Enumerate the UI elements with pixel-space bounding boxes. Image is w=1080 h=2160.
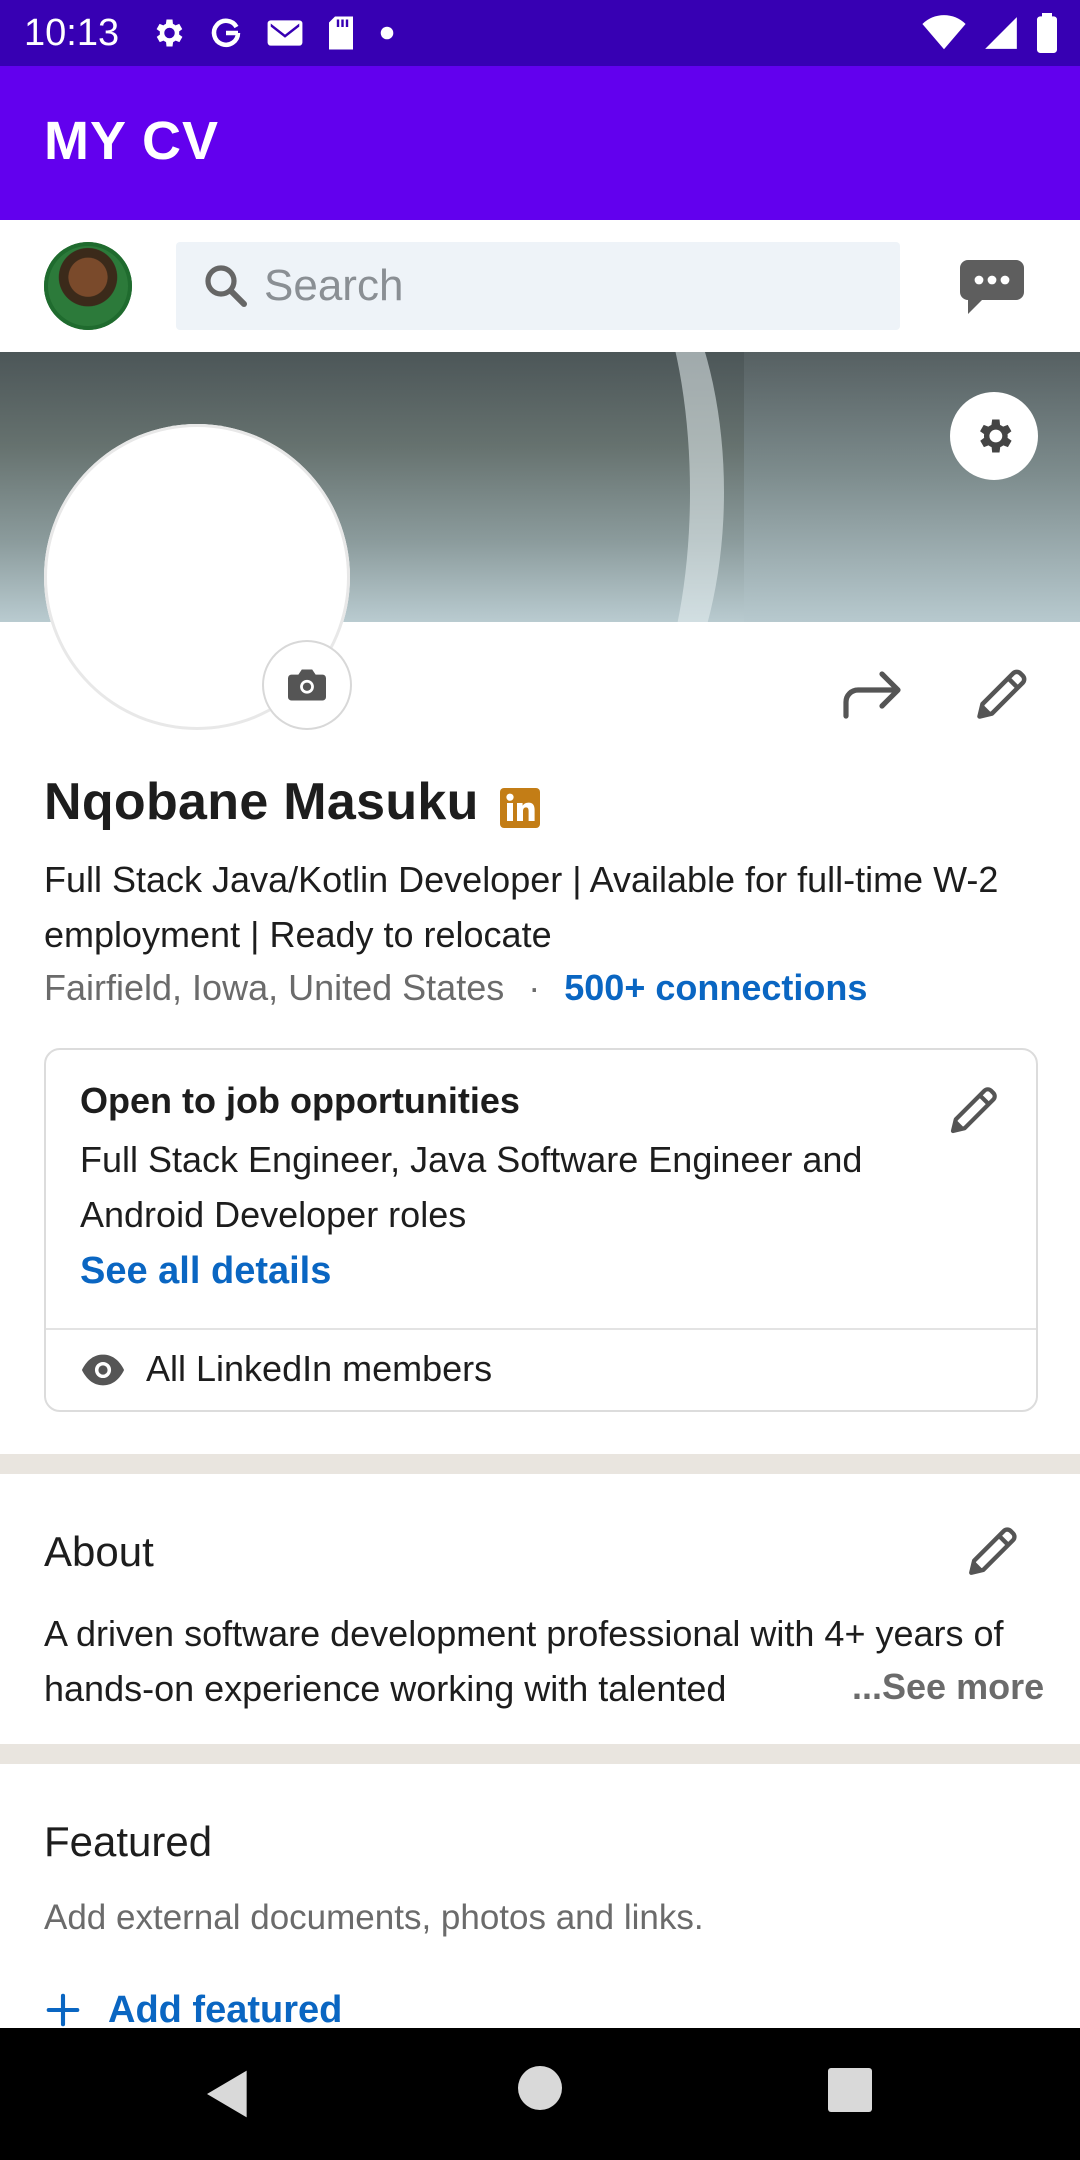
linkedin-icon xyxy=(500,788,540,828)
share-icon[interactable] xyxy=(842,668,902,720)
gear-icon xyxy=(980,419,1012,453)
featured-title: Featured xyxy=(44,1818,213,1865)
open-to-work-title: Open to job opportunities xyxy=(80,1080,520,1121)
system-nav-bar xyxy=(0,2028,1080,2160)
google-icon xyxy=(211,18,241,47)
sd-card-icon xyxy=(329,16,353,50)
see-more-link[interactable]: ...See more xyxy=(848,1666,1045,1708)
banner-curve xyxy=(440,352,724,622)
edit-profile-icon[interactable] xyxy=(972,664,1032,724)
back-icon[interactable] xyxy=(200,2066,256,2122)
wifi-icon xyxy=(922,15,966,50)
messages-icon[interactable] xyxy=(958,258,1026,316)
search-input[interactable]: Search xyxy=(176,242,900,330)
dot-icon xyxy=(380,26,394,40)
about-title: About xyxy=(44,1528,154,1575)
home-icon[interactable] xyxy=(518,2066,562,2110)
gmail-icon xyxy=(267,20,303,46)
status-icons-left xyxy=(150,10,396,56)
status-time: 10:13 xyxy=(24,12,120,54)
search-icon xyxy=(205,265,247,307)
location-line: Fairfield, Iowa, United States · 500+ co… xyxy=(44,966,867,1010)
app-bar: MY CV xyxy=(0,66,1080,220)
card-divider xyxy=(46,1328,1036,1330)
signal-icon xyxy=(985,17,1017,49)
edit-about-icon[interactable] xyxy=(964,1522,1022,1580)
search-row: Search xyxy=(0,220,1080,352)
camera-button[interactable] xyxy=(262,640,352,730)
plus-icon xyxy=(46,1993,80,2027)
open-to-work-description: Full Stack Engineer, Java Software Engin… xyxy=(80,1139,863,1235)
avatar[interactable] xyxy=(44,242,132,330)
gear-icon xyxy=(156,19,183,47)
recents-icon[interactable] xyxy=(828,2068,872,2112)
section-divider xyxy=(0,1744,1080,1764)
camera-icon xyxy=(288,669,326,701)
app-title: MY CV xyxy=(44,111,220,171)
separator-dot: · xyxy=(528,967,541,1008)
search-placeholder: Search xyxy=(264,261,404,310)
see-all-details-link[interactable]: See all details xyxy=(80,1250,331,1293)
profile-location: Fairfield, Iowa, United States xyxy=(44,967,505,1008)
eye-icon xyxy=(81,1354,125,1386)
add-featured-label: Add featured xyxy=(108,1988,343,2031)
section-divider xyxy=(0,1454,1080,1474)
edit-open-to-work-icon[interactable] xyxy=(946,1082,1002,1138)
banner-right-panel xyxy=(744,352,1080,622)
banner-settings-button[interactable] xyxy=(950,392,1038,480)
battery-icon xyxy=(1037,13,1057,53)
visibility-text: All LinkedIn members xyxy=(146,1348,493,1389)
connections-link[interactable]: 500+ connections xyxy=(564,967,867,1008)
status-bar: 10:13 xyxy=(0,0,1080,66)
status-icons-right xyxy=(922,10,1058,56)
profile-name: Nqobane Masuku xyxy=(44,773,479,831)
open-to-work-card: Open to job opportunities Full Stack Eng… xyxy=(44,1048,1038,1412)
profile-headline: Full Stack Java/Kotlin Developer | Avail… xyxy=(44,859,999,955)
featured-description: Add external documents, photos and links… xyxy=(44,1898,704,1937)
